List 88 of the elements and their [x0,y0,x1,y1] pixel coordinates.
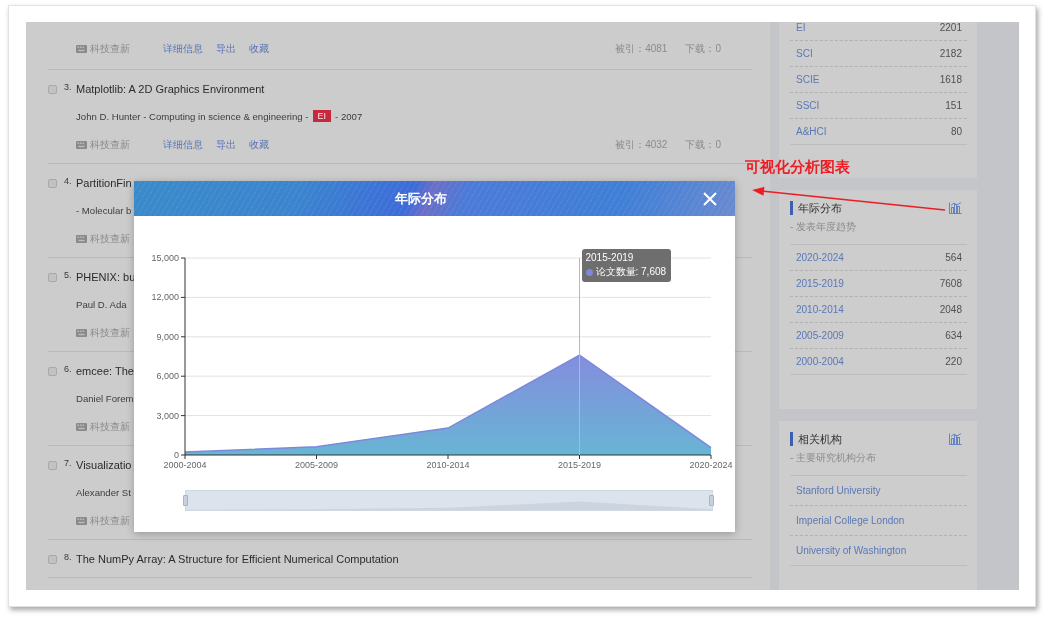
tooltip-title: 2015-2019 [585,251,635,265]
filter-link[interactable]: A&HCI [796,126,827,137]
filter-link[interactable]: 2015-2019 [796,278,844,289]
action-link[interactable]: 导出 [216,138,236,152]
filter-link[interactable]: SCIE [796,74,820,85]
author-text: - Molecular b [76,204,132,216]
checkbox[interactable] [48,84,57,94]
action-link[interactable]: 详细信息 [163,42,203,56]
bar-chart-icon[interactable] [949,433,962,445]
author-text: Alexander St [76,486,131,498]
filter-link[interactable]: 2020-2024 [796,252,844,263]
year-text: - 2007 [335,110,363,122]
checkbox[interactable] [48,366,57,376]
count-text: 220 [945,356,962,367]
slider-handle[interactable] [709,495,714,506]
count-text: 564 [945,252,962,263]
x-tick-label: 2015-2019 [558,460,601,470]
action-link[interactable]: 导出 [216,42,236,56]
modal-title: 年际分布 [394,189,447,208]
filter-link[interactable]: 2010-2014 [796,304,844,315]
author-text: Daniel Forem [76,392,134,404]
section-subtitle: - 发表年度趋势 [790,220,858,234]
checkbox[interactable] [48,272,57,282]
filter-link[interactable]: University of Washington [796,545,907,556]
filter-link[interactable]: SSCI [796,100,820,111]
tooltip-text: 论文数量: 7,608 [595,265,667,279]
accent-bar-icon [790,201,793,215]
download-count: 下载：0 [685,42,721,56]
y-tick-label: 3,000 [156,410,179,421]
action-link[interactable]: 详细信息 [163,138,203,152]
count-text: 2201 [939,22,962,33]
series-dot-icon [585,268,593,276]
y-tick-label: 15,000 [151,253,179,263]
filter-link[interactable]: SCI [796,48,813,59]
count-text: 634 [945,330,962,341]
count-text: 2048 [939,304,962,315]
action-link[interactable]: 收藏 [249,138,269,152]
slider-handle[interactable] [183,495,188,506]
count-text: 2182 [939,48,962,59]
section-title: 年际分布 [798,200,842,216]
range-slider[interactable] [185,490,713,511]
count-text: 7608 [939,278,962,289]
item-number: 5. [64,270,73,280]
filter-link[interactable]: 2000-2004 [796,356,844,367]
keyboard-icon [76,329,87,337]
keyboard-icon [76,517,87,525]
article-title[interactable]: emcee: The [76,365,134,377]
filter-link[interactable]: EI [796,22,806,33]
accent-bar-icon [790,432,793,446]
item-number: 4. [64,176,73,186]
checkbox[interactable] [48,178,57,188]
checkbox[interactable] [48,460,57,470]
y-tick-label: 12,000 [151,292,179,303]
item-number: 3. [64,82,73,92]
filter-link[interactable]: 2005-2009 [796,330,844,341]
count-text: 151 [945,100,962,111]
y-tick-label: 9,000 [156,331,179,342]
annotation-text: 可视化分析图表 [745,158,850,177]
x-tick-label: 2020-2024 [689,460,733,470]
item-number: 8. [64,552,73,562]
filter-link[interactable]: Imperial College London [796,515,905,526]
x-tick-label: 2010-2014 [426,460,470,470]
author-text: John D. Hunter - Computing in science & engineering - [76,110,309,122]
checkbox[interactable] [48,554,57,564]
close-icon[interactable] [703,191,717,206]
x-tick-label: 2000-2004 [163,460,207,470]
item-number: 6. [64,364,73,374]
index-badge: EI [312,110,332,122]
article-title[interactable]: The NumPy Array: A Structure for Efficient Numerical Computation [76,553,399,565]
author-text: Paul D. Ada [76,298,127,310]
item-number: 7. [64,458,73,468]
count-text: 1618 [939,74,962,85]
keyboard-icon [76,45,87,53]
bar-chart-icon[interactable] [949,202,962,214]
action-link[interactable]: 收藏 [249,42,269,56]
download-count: 下载：0 [685,138,721,152]
count-text: 80 [950,126,962,137]
keyboard-icon [76,235,87,243]
filter-link[interactable]: Stanford University [796,485,881,496]
article-title[interactable]: Visualizatio [76,459,132,471]
article-title[interactable]: Matplotlib: A 2D Graphics Environment [76,83,265,95]
article-title[interactable]: PartitionFin [76,177,132,189]
keyboard-icon [76,423,87,431]
x-tick-label: 2005-2009 [295,460,338,470]
section-title: 相关机构 [798,431,842,447]
keyboard-icon [76,141,87,149]
y-tick-label: 0 [174,450,179,460]
y-tick-label: 6,000 [156,371,179,382]
